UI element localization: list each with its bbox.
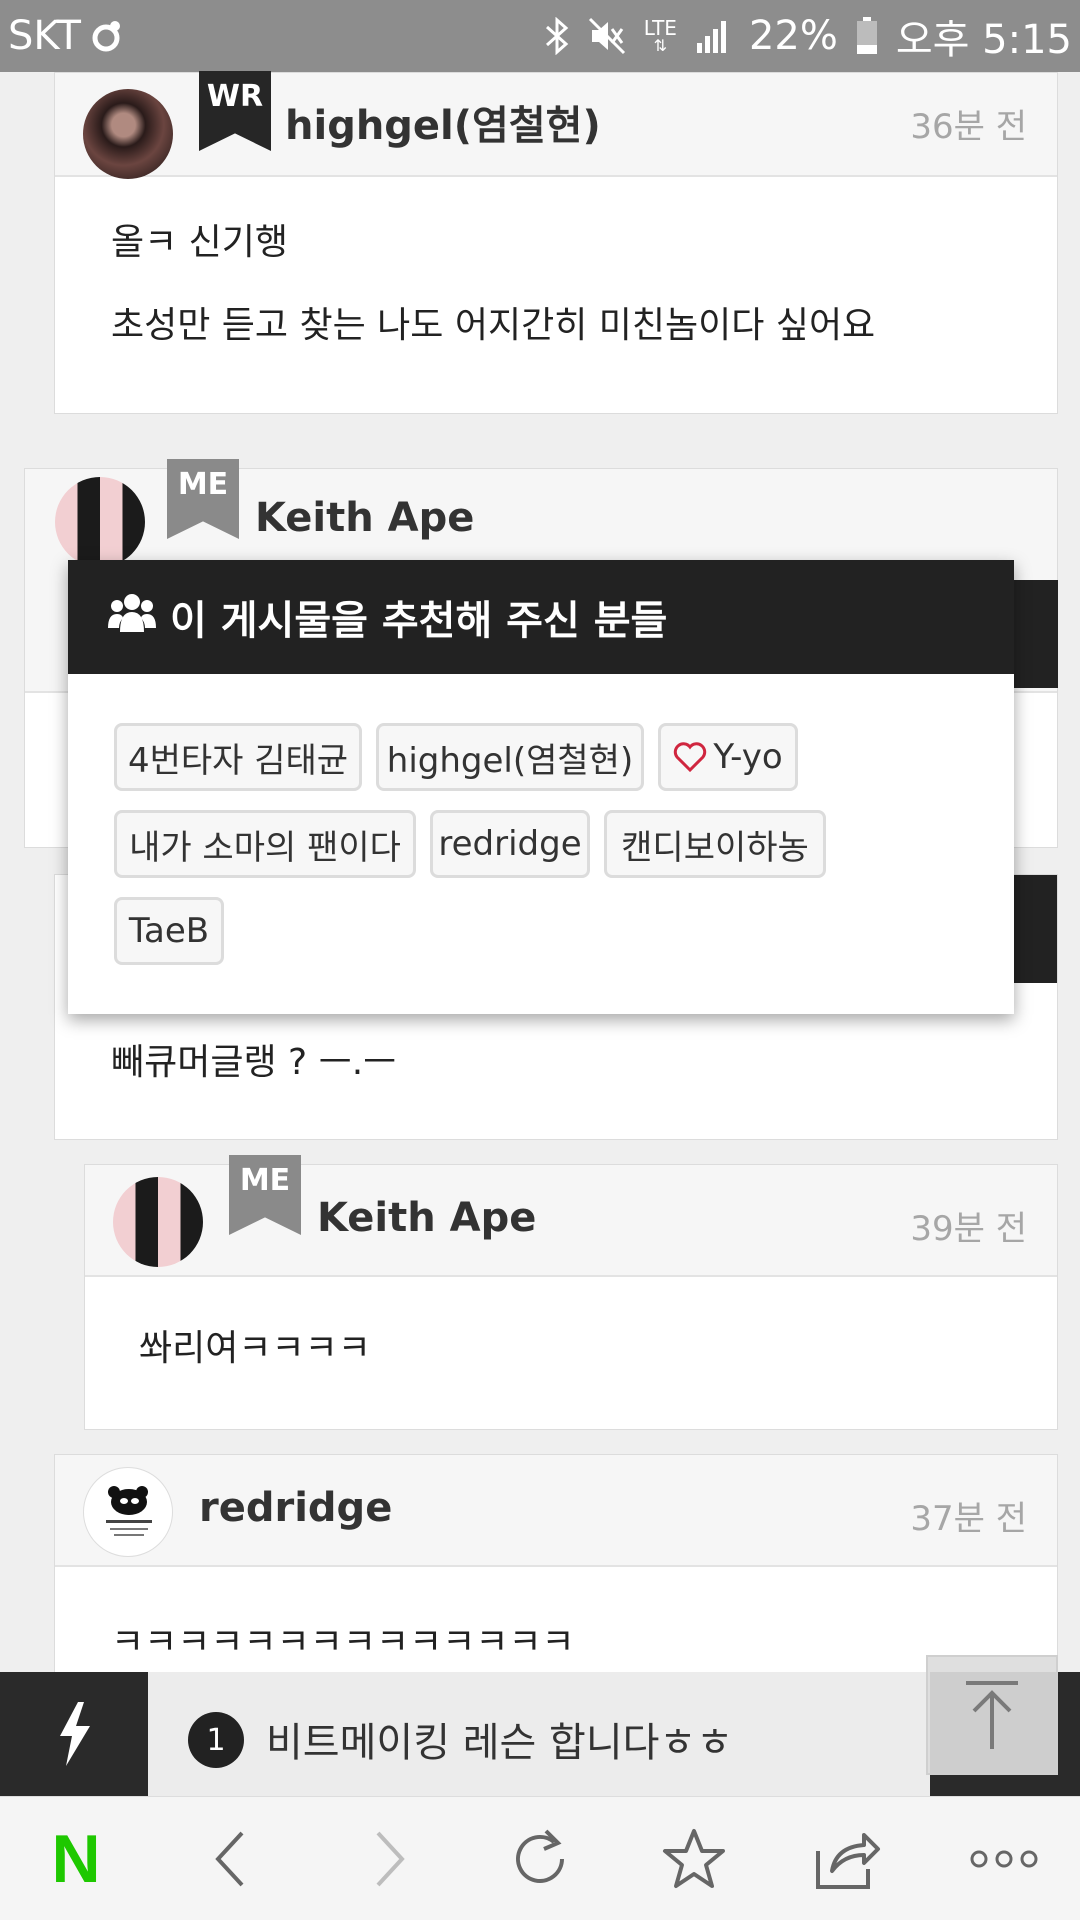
- recommender-chip[interactable]: 4번타자 김태균: [114, 723, 362, 791]
- me-badge: ME: [167, 459, 239, 539]
- scroll-to-top-button[interactable]: [926, 1655, 1058, 1775]
- comment-header: redridge 37분 전: [55, 1455, 1057, 1567]
- notice-text[interactable]: 비트메이킹 레슨 합니다ㅎㅎ: [266, 1710, 733, 1768]
- username[interactable]: highgel(염철현): [285, 93, 601, 151]
- comment-body: 올ㅋ 신기행 초성만 듣고 찾는 나도 어지간히 미친놈이다 싶어요: [55, 177, 1057, 347]
- recommender-chip[interactable]: TaeB: [114, 897, 224, 965]
- timestamp: 37분 전: [910, 1499, 1027, 1539]
- recommender-chip[interactable]: redridge: [430, 810, 590, 878]
- mute-icon: [588, 17, 626, 55]
- notice-number-badge: 1: [188, 1712, 244, 1768]
- clock: 오후 5:15: [895, 17, 1072, 63]
- username[interactable]: redridge: [199, 1485, 392, 1531]
- recommender-chip[interactable]: Y-yo: [658, 723, 798, 791]
- recommender-chip[interactable]: 캔디보이하농: [604, 810, 826, 878]
- more-button[interactable]: [964, 1819, 1044, 1899]
- sync-icon: [89, 19, 123, 53]
- me-badge: ME: [229, 1155, 301, 1235]
- modal-title: 이 게시물을 추천해 주신 분들: [170, 598, 668, 644]
- notice-bar[interactable]: 1 비트메이킹 레슨 합니다ㅎㅎ: [0, 1672, 1080, 1796]
- naver-home-button[interactable]: N: [36, 1819, 116, 1899]
- comment-action-bar: [1014, 580, 1058, 688]
- comment-line: 올ㅋ 신기행: [111, 222, 289, 263]
- more-dots-icon: [970, 1850, 1038, 1868]
- carrier-label: SKT: [8, 13, 81, 59]
- comment-line: 빼큐머글랭 ? ㅡ.ㅡ: [111, 1042, 397, 1083]
- status-bar: SKT LTE ⇅ 22% 오후 5:15: [0, 0, 1080, 72]
- network-label: LTE: [643, 16, 677, 40]
- comment-action-bar: [1013, 875, 1057, 983]
- comment-line: 초성만 듣고 찾는 나도 어지간히 미친놈이다 싶어요: [111, 305, 876, 347]
- reply-card: ME Keith Ape 39분 전 쏴리여ㅋㅋㅋㅋ: [84, 1155, 1058, 1430]
- avatar[interactable]: [83, 1467, 173, 1557]
- share-button[interactable]: [808, 1819, 888, 1899]
- battery-percent: 22%: [748, 13, 838, 59]
- share-icon: [816, 1833, 880, 1889]
- username[interactable]: Keith Ape: [317, 1195, 536, 1241]
- avatar[interactable]: [83, 89, 173, 179]
- chevron-left-icon: [215, 1831, 244, 1887]
- arrow-up-icon: [966, 1681, 1018, 1749]
- avatar[interactable]: [113, 1177, 203, 1267]
- bluetooth-icon: [544, 17, 570, 55]
- comment-card: WR highgel(염철현) 36분 전 올ㅋ 신기행 초성만 듣고 찾는 나…: [54, 71, 1058, 414]
- modal-header: 이 게시물을 추천해 주신 분들: [68, 560, 1014, 674]
- lte-icon: LTE ⇅: [643, 16, 677, 55]
- comment-line: 쏴리여ㅋㅋㅋㅋ: [139, 1328, 371, 1369]
- writer-badge: WR: [199, 71, 271, 151]
- panda-icon: [106, 1486, 152, 1536]
- comment-line: ㅋㅋㅋㅋㅋㅋㅋㅋㅋㅋㅋㅋㅋㅋ: [111, 1622, 575, 1663]
- recommenders-modal: 이 게시물을 추천해 주신 분들 4번타자 김태균 highgel(염철현) Y…: [68, 560, 1014, 1014]
- avatar[interactable]: [55, 477, 145, 567]
- users-icon: [108, 592, 156, 642]
- bolt-icon: [0, 1672, 148, 1796]
- recommender-chip[interactable]: highgel(염철현): [376, 723, 644, 791]
- battery-icon: [856, 17, 878, 55]
- username[interactable]: Keith Ape: [255, 495, 474, 541]
- heart-icon: [674, 742, 707, 772]
- star-icon: [663, 1829, 725, 1888]
- recommender-chip[interactable]: 내가 소마의 팬이다: [114, 810, 416, 878]
- chevron-right-icon: [376, 1831, 405, 1887]
- timestamp: 36분 전: [910, 107, 1027, 147]
- bookmark-button[interactable]: [654, 1819, 734, 1899]
- browser-toolbar: N: [0, 1796, 1080, 1920]
- refresh-button[interactable]: [500, 1819, 580, 1899]
- signal-icon: [695, 19, 731, 53]
- naver-logo-icon: N: [51, 1821, 101, 1897]
- refresh-icon: [516, 1829, 564, 1883]
- forward-button[interactable]: [350, 1819, 430, 1899]
- timestamp: 39분 전: [910, 1209, 1027, 1249]
- comment-header: ME Keith Ape 39분 전: [85, 1155, 1057, 1277]
- back-button[interactable]: [190, 1819, 270, 1899]
- comment-header: WR highgel(염철현) 36분 전: [55, 71, 1057, 179]
